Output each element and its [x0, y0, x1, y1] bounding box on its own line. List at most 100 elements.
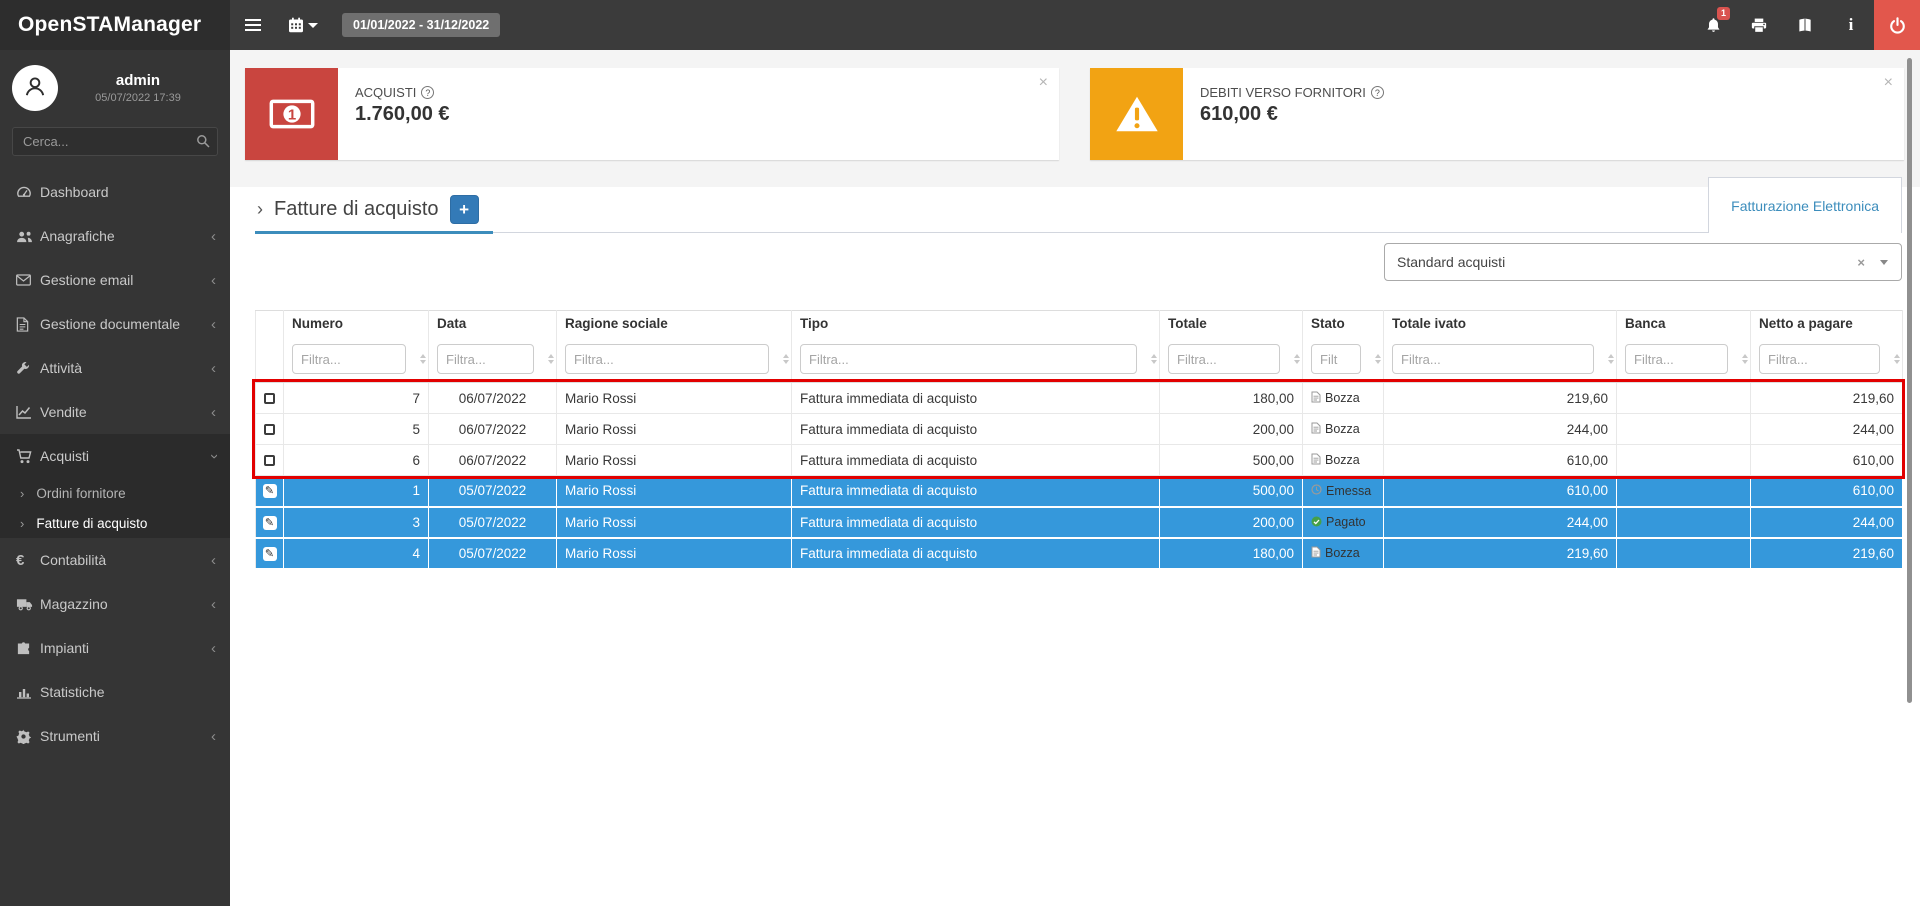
bar-chart-icon — [16, 685, 40, 699]
calendar-icon — [288, 17, 304, 33]
checkbox-icon[interactable] — [264, 455, 275, 466]
sidebar-item-gestione-documentale[interactable]: Gestione documentale‹ — [0, 302, 230, 346]
cell-numero: 6 — [284, 445, 429, 476]
print-button[interactable] — [1736, 0, 1782, 50]
wrench-icon — [16, 361, 40, 376]
cell-stato: Bozza — [1303, 445, 1384, 476]
dashboard-icon — [16, 185, 40, 199]
login-datetime: 05/07/2022 17:39 — [58, 92, 218, 104]
chevron-left-icon: ‹ — [211, 272, 216, 289]
help-icon[interactable]: ? — [421, 86, 434, 99]
draft-icon — [1311, 422, 1321, 437]
cell-netto-a-pagare: 610,00 — [1751, 445, 1903, 476]
view-select[interactable]: Standard acquisti × — [1384, 243, 1902, 281]
table-row[interactable]: 506/07/2022Mario RossiFattura immediata … — [256, 414, 1903, 445]
filter-input-stato[interactable] — [1311, 344, 1361, 374]
warning-triangle-icon — [1090, 68, 1183, 160]
docs-button[interactable] — [1782, 0, 1828, 50]
checkbox-checked-icon[interactable]: ✎ — [263, 547, 277, 561]
sidebar-item-anagrafiche[interactable]: Anagrafiche‹ — [0, 214, 230, 258]
sort-arrows[interactable] — [1894, 354, 1900, 364]
filter-input-data[interactable] — [437, 344, 534, 374]
info-button[interactable]: i — [1828, 0, 1874, 50]
cell-data: 06/07/2022 — [429, 383, 557, 414]
chevron-right-icon: › — [20, 516, 24, 531]
status-label: Bozza — [1325, 453, 1360, 467]
sidebar-item-impianti[interactable]: Impianti‹ — [0, 626, 230, 670]
sort-arrows[interactable] — [1294, 354, 1300, 364]
sidebar-item-label: Gestione email — [40, 272, 211, 288]
sort-arrows[interactable] — [1375, 354, 1381, 364]
status-label: Pagato — [1326, 515, 1366, 529]
sort-arrows[interactable] — [420, 354, 426, 364]
search-icon[interactable] — [196, 134, 210, 153]
table-row[interactable]: ✎405/07/2022Mario RossiFattura immediata… — [256, 538, 1903, 569]
envelope-icon — [16, 274, 40, 286]
sidebar-item-attivit[interactable]: Attività‹ — [0, 346, 230, 390]
sidebar-subitem-fatture-di-acquisto[interactable]: ›Fatture di acquisto — [0, 508, 230, 538]
checkbox-icon[interactable] — [264, 393, 275, 404]
date-range-badge[interactable]: 01/01/2022 - 31/12/2022 — [342, 13, 500, 37]
vertical-scrollbar[interactable] — [1907, 58, 1912, 703]
user-avatar[interactable] — [12, 65, 58, 111]
table-row[interactable]: 706/07/2022Mario RossiFattura immediata … — [256, 383, 1903, 414]
filter-input-tipo[interactable] — [800, 344, 1137, 374]
filter-input-numero[interactable] — [292, 344, 406, 374]
period-calendar-button[interactable] — [276, 0, 330, 50]
filter-input-totale-ivato[interactable] — [1392, 344, 1594, 374]
cell-totale: 180,00 — [1160, 538, 1303, 569]
username: admin — [58, 72, 218, 89]
sidebar-item-contabilit[interactable]: €Contabilità‹ — [0, 538, 230, 582]
chevron-right-icon[interactable]: › — [257, 199, 263, 220]
help-icon[interactable]: ? — [1371, 86, 1384, 99]
table-row[interactable]: ✎305/07/2022Mario RossiFattura immediata… — [256, 507, 1903, 538]
sidebar-item-label: Strumenti — [40, 728, 211, 744]
sidebar-item-dashboard[interactable]: Dashboard — [0, 170, 230, 214]
cell-totale: 500,00 — [1160, 445, 1303, 476]
sidebar-item-statistiche[interactable]: Statistiche — [0, 670, 230, 714]
filter-input-totale[interactable] — [1168, 344, 1280, 374]
checkbox-checked-icon[interactable]: ✎ — [263, 516, 277, 530]
cell-ragione-sociale: Mario Rossi — [557, 414, 792, 445]
sort-arrows[interactable] — [548, 354, 554, 364]
logout-button[interactable] — [1874, 0, 1920, 50]
notifications-button[interactable]: 1 — [1690, 0, 1736, 50]
filter-input-banca[interactable] — [1625, 344, 1728, 374]
sidebar-item-strumenti[interactable]: Strumenti‹ — [0, 714, 230, 758]
sort-arrows[interactable] — [1742, 354, 1748, 364]
sidebar-item-acquisti[interactable]: Acquisti‹ — [0, 434, 230, 478]
clear-icon[interactable]: × — [1857, 255, 1865, 270]
close-icon[interactable]: × — [1039, 75, 1048, 91]
page-title: Fatture di acquisto — [274, 198, 439, 221]
search-input[interactable] — [12, 127, 218, 156]
filter-cell-banca — [1617, 337, 1751, 383]
cell-data: 06/07/2022 — [429, 445, 557, 476]
filter-input-netto-a-pagare[interactable] — [1759, 344, 1880, 374]
checkbox-icon[interactable] — [264, 424, 275, 435]
sidebar-item-magazzino[interactable]: Magazzino‹ — [0, 582, 230, 626]
close-icon[interactable]: × — [1884, 75, 1893, 91]
table-row[interactable]: 606/07/2022Mario RossiFattura immediata … — [256, 445, 1903, 476]
sidebar: admin 05/07/2022 17:39 DashboardAnagrafi… — [0, 50, 230, 906]
table-row[interactable]: ✎105/07/2022Mario RossiFattura immediata… — [256, 476, 1903, 507]
column-header-banca: Banca — [1617, 311, 1751, 337]
filter-cell-stato — [1303, 337, 1384, 383]
sidebar-item-vendite[interactable]: Vendite‹ — [0, 390, 230, 434]
sidebar-toggle-button[interactable] — [230, 0, 276, 50]
checkbox-checked-icon[interactable]: ✎ — [263, 484, 277, 498]
cell-ragione-sociale: Mario Rossi — [557, 476, 792, 507]
sort-arrows[interactable] — [1608, 354, 1614, 364]
summary-card-acquisti: 1 ACQUISTI ? 1.760,00 € × — [245, 68, 1059, 160]
tab-fatturazione-elettronica[interactable]: Fatturazione Elettronica — [1708, 177, 1902, 233]
cell-banca — [1617, 445, 1751, 476]
filter-input-ragione-sociale[interactable] — [565, 344, 769, 374]
info-icon: i — [1849, 15, 1854, 35]
add-record-button[interactable]: + — [450, 195, 479, 224]
row-select-cell — [256, 445, 284, 476]
sidebar-group-acquisti: Acquisti‹›Ordini fornitore›Fatture di ac… — [0, 434, 230, 538]
sidebar-item-gestione-email[interactable]: Gestione email‹ — [0, 258, 230, 302]
sidebar-item-label: Acquisti — [40, 448, 211, 464]
sort-arrows[interactable] — [783, 354, 789, 364]
sidebar-subitem-ordini-fornitore[interactable]: ›Ordini fornitore — [0, 478, 230, 508]
sort-arrows[interactable] — [1151, 354, 1157, 364]
